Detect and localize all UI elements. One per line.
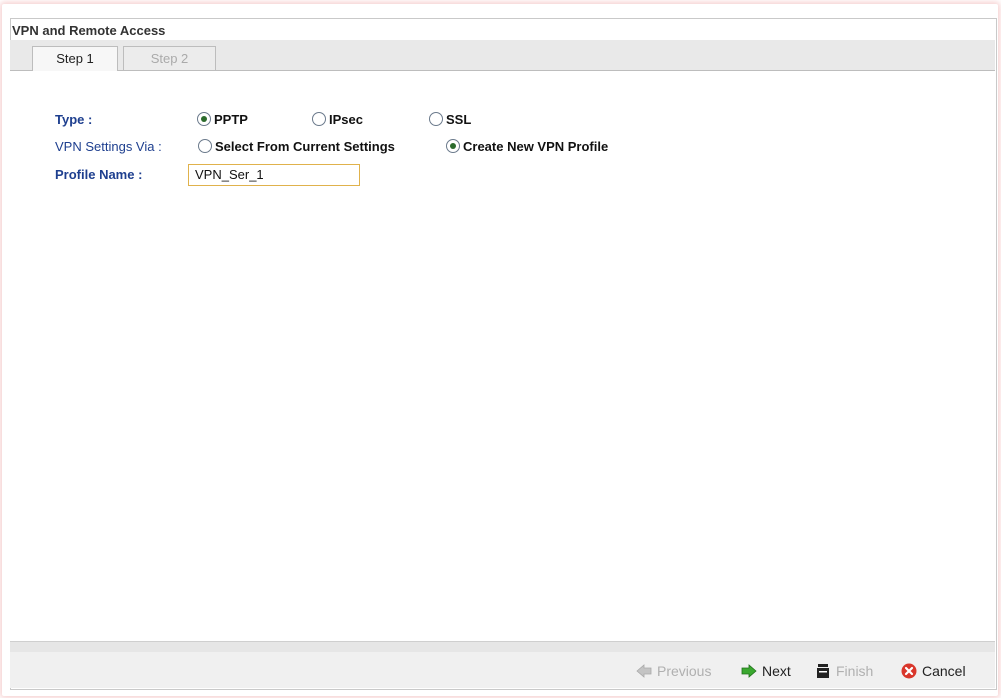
arrow-left-icon — [636, 664, 652, 678]
profile-name-input[interactable]: VPN_Ser_1 — [188, 164, 360, 186]
profile-row: Profile Name : — [44, 165, 194, 185]
cancel-circle-icon — [901, 663, 917, 679]
window-title: VPN and Remote Access — [12, 23, 166, 38]
type-option-pptp[interactable]: PPTP — [197, 110, 248, 130]
current-settings-radio[interactable] — [198, 139, 212, 153]
settings-row: VPN Settings Via : Select From Current S… — [44, 137, 744, 157]
next-button[interactable]: Next — [741, 660, 791, 682]
previous-label: Previous — [657, 663, 712, 679]
new-profile-label: Create New VPN Profile — [463, 139, 609, 154]
ipsec-radio[interactable] — [312, 112, 326, 126]
finish-flag-icon — [817, 664, 829, 678]
pptp-label: PPTP — [214, 112, 248, 127]
type-option-ssl[interactable]: SSL — [429, 110, 471, 130]
ipsec-label: IPsec — [329, 112, 363, 127]
profile-label: Profile Name : — [55, 167, 143, 182]
finish-label: Finish — [836, 663, 874, 679]
type-label: Type : — [55, 112, 93, 127]
current-settings-label: Select From Current Settings — [215, 139, 395, 154]
cancel-label: Cancel — [922, 663, 966, 679]
tab-step-2[interactable]: Step 2 — [123, 46, 216, 70]
type-option-ipsec[interactable]: IPsec — [312, 110, 363, 130]
next-label: Next — [762, 663, 791, 679]
tab-step-1[interactable]: Step 1 — [32, 46, 118, 71]
new-profile-radio[interactable] — [446, 139, 460, 153]
settings-label: VPN Settings Via : — [55, 139, 162, 154]
ssl-radio[interactable] — [429, 112, 443, 126]
settings-option-current[interactable]: Select From Current Settings — [198, 137, 395, 157]
pptp-radio[interactable] — [197, 112, 211, 126]
ssl-label: SSL — [446, 112, 472, 127]
previous-button[interactable]: Previous — [636, 660, 711, 682]
cancel-button[interactable]: Cancel — [901, 660, 966, 682]
arrow-right-icon — [741, 664, 757, 678]
finish-button[interactable]: Finish — [815, 660, 873, 682]
tab-bar: Step 1 Step 2 — [10, 40, 995, 71]
settings-option-new[interactable]: Create New VPN Profile — [446, 137, 608, 157]
type-row: Type : PPTP IPsec SSL — [44, 110, 644, 130]
